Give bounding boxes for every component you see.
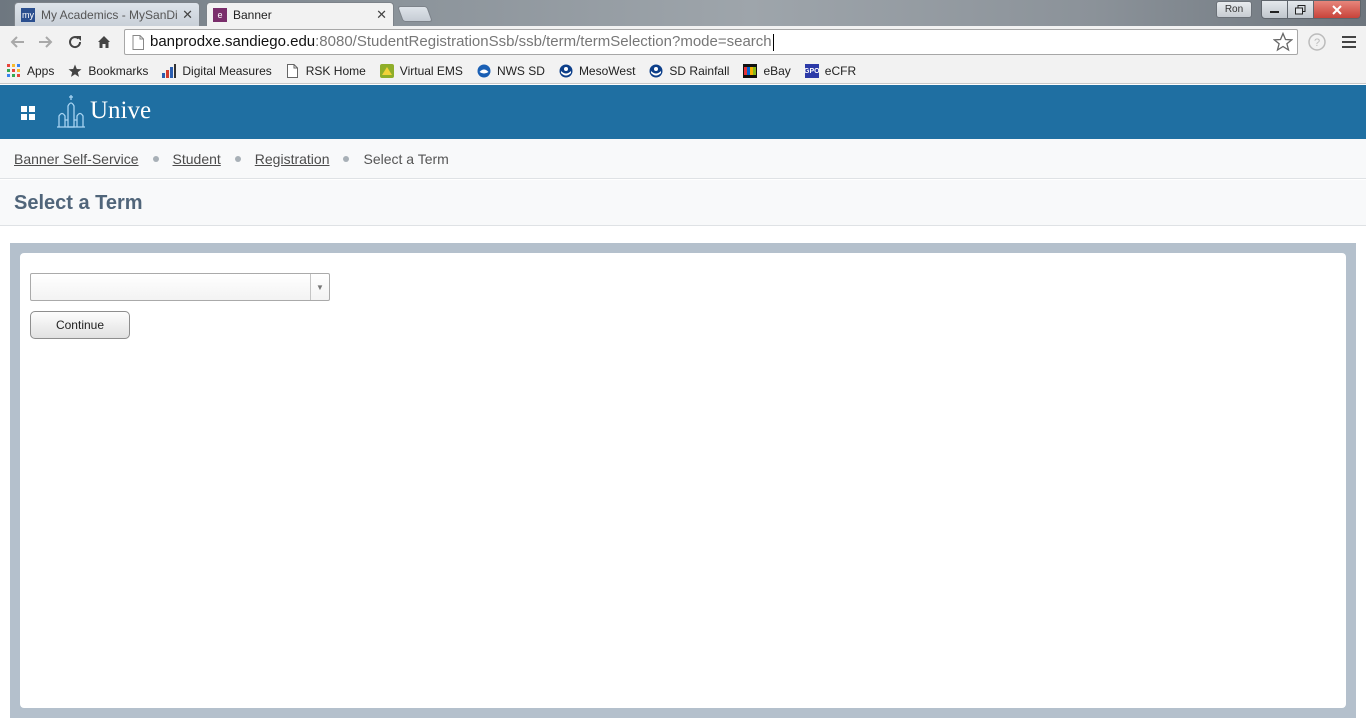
tab-my-academics[interactable]: my My Academics - MySanDi ✕ xyxy=(14,2,200,26)
tab-title: Banner xyxy=(233,7,272,22)
forward-button[interactable] xyxy=(35,31,57,53)
noaa-icon xyxy=(559,64,573,78)
apps-grid-icon xyxy=(7,64,21,78)
bookmark-mesowest[interactable]: MesoWest xyxy=(559,64,635,78)
tab-close-icon[interactable]: ✕ xyxy=(376,7,387,23)
app-header: Unive xyxy=(0,85,1366,139)
bookmark-nws-sd[interactable]: NWS SD xyxy=(477,64,545,78)
back-arrow-icon xyxy=(10,36,24,48)
browser-tabstrip: my My Academics - MySanDi ✕ e Banner ✕ R… xyxy=(0,0,1366,26)
bookmark-label: SD Rainfall xyxy=(669,64,730,78)
restore-icon xyxy=(1295,4,1306,14)
browser-menu-button[interactable] xyxy=(1338,31,1360,53)
minimize-button[interactable] xyxy=(1261,0,1288,19)
bookmark-rsk-home[interactable]: RSK Home xyxy=(286,64,366,78)
bookmark-star-icon[interactable] xyxy=(1272,31,1294,57)
help-icon: ? xyxy=(1308,33,1326,51)
banner-favicon-icon: e xyxy=(213,7,227,22)
continue-button[interactable]: Continue xyxy=(30,311,130,339)
forward-arrow-icon xyxy=(39,36,53,48)
university-logo[interactable]: Unive xyxy=(56,93,152,129)
bookmark-label: eBay xyxy=(763,64,791,78)
minimize-icon xyxy=(1269,10,1279,13)
nws-icon xyxy=(477,64,491,78)
bookmark-label: eCFR xyxy=(824,64,857,78)
tab-title: My Academics - MySanDi xyxy=(41,7,178,22)
close-window-button[interactable] xyxy=(1313,0,1361,19)
content-frame: ▼ Continue xyxy=(10,243,1356,718)
breadcrumb-student[interactable]: Student xyxy=(173,151,221,167)
address-bar[interactable]: banprodxe.sandiego.edu:8080/StudentRegis… xyxy=(124,29,1298,55)
logo-wordmark: Unive xyxy=(90,97,152,124)
chapel-logo-icon xyxy=(57,95,85,128)
breadcrumb-registration[interactable]: Registration xyxy=(255,151,330,167)
page-icon xyxy=(131,34,145,50)
breadcrumb-banner-self-service[interactable]: Banner Self-Service xyxy=(14,151,139,167)
bookmark-digital-measures[interactable]: Digital Measures xyxy=(162,64,272,78)
breadcrumb: Banner Self-Service Student Registration… xyxy=(0,139,1366,179)
tab-banner[interactable]: e Banner ✕ xyxy=(206,2,394,26)
bookmark-bookmarks[interactable]: Bookmarks xyxy=(68,64,148,78)
restore-button[interactable] xyxy=(1287,0,1314,19)
bookmark-label: RSK Home xyxy=(305,64,366,78)
content-panel: ▼ Continue xyxy=(20,253,1346,708)
bookmark-sd-rainfall[interactable]: SD Rainfall xyxy=(649,64,729,78)
home-icon xyxy=(98,36,110,48)
bookmark-label: Virtual EMS xyxy=(399,64,463,78)
breadcrumb-separator xyxy=(343,155,350,162)
breadcrumb-separator xyxy=(234,155,241,162)
url-text: banprodxe.sandiego.edu:8080/StudentRegis… xyxy=(150,33,774,51)
chevron-down-icon[interactable]: ▼ xyxy=(310,274,329,300)
browser-toolbar: banprodxe.sandiego.edu:8080/StudentRegis… xyxy=(0,26,1366,59)
bookmark-label: Bookmarks xyxy=(88,64,149,78)
url-host: banprodxe.sandiego.edu xyxy=(150,33,316,51)
ems-icon xyxy=(379,64,394,78)
noaa-icon xyxy=(649,64,663,78)
bookmark-ebay[interactable]: eBay xyxy=(743,64,791,78)
bookmark-label: NWS SD xyxy=(496,64,545,78)
ebay-icon xyxy=(743,64,758,78)
back-button[interactable] xyxy=(6,31,28,53)
home-button[interactable] xyxy=(93,31,115,53)
page-icon xyxy=(286,64,300,78)
bookmark-label: Digital Measures xyxy=(182,64,272,78)
bookmark-label: Apps xyxy=(27,64,55,78)
bookmarks-bar: Apps Bookmarks Digital Measures RSK Home… xyxy=(0,59,1366,84)
help-button[interactable]: ? xyxy=(1306,31,1328,53)
text-caret xyxy=(772,33,774,51)
hamburger-menu-icon xyxy=(1342,36,1356,48)
breadcrumb-current: Select a Term xyxy=(363,150,449,167)
star-icon xyxy=(68,64,82,78)
bars-chart-icon xyxy=(162,64,177,78)
reload-icon xyxy=(69,36,82,49)
bookmark-label: MesoWest xyxy=(578,64,636,78)
svg-text:?: ? xyxy=(1314,37,1320,49)
app-menu-grid-icon[interactable] xyxy=(21,106,35,120)
bookmark-apps[interactable]: Apps xyxy=(7,64,54,78)
bookmark-ecfr[interactable]: GPO eCFR xyxy=(804,64,857,78)
new-tab-button[interactable] xyxy=(397,6,433,22)
breadcrumb-separator xyxy=(152,155,159,162)
mysandiego-favicon-icon: my xyxy=(21,7,35,22)
profile-button[interactable]: Ron xyxy=(1216,1,1252,18)
bookmark-virtual-ems[interactable]: Virtual EMS xyxy=(379,64,463,78)
url-path: :8080/StudentRegistrationSsb/ssb/term/te… xyxy=(315,33,772,51)
tab-close-icon[interactable]: ✕ xyxy=(182,7,193,23)
term-select-dropdown[interactable]: ▼ xyxy=(30,273,330,301)
gpo-icon: GPO xyxy=(804,64,820,78)
reload-button[interactable] xyxy=(64,31,86,53)
page-title: Select a Term xyxy=(14,192,143,214)
close-icon xyxy=(1332,4,1342,15)
page-title-bar: Select a Term xyxy=(0,180,1366,226)
